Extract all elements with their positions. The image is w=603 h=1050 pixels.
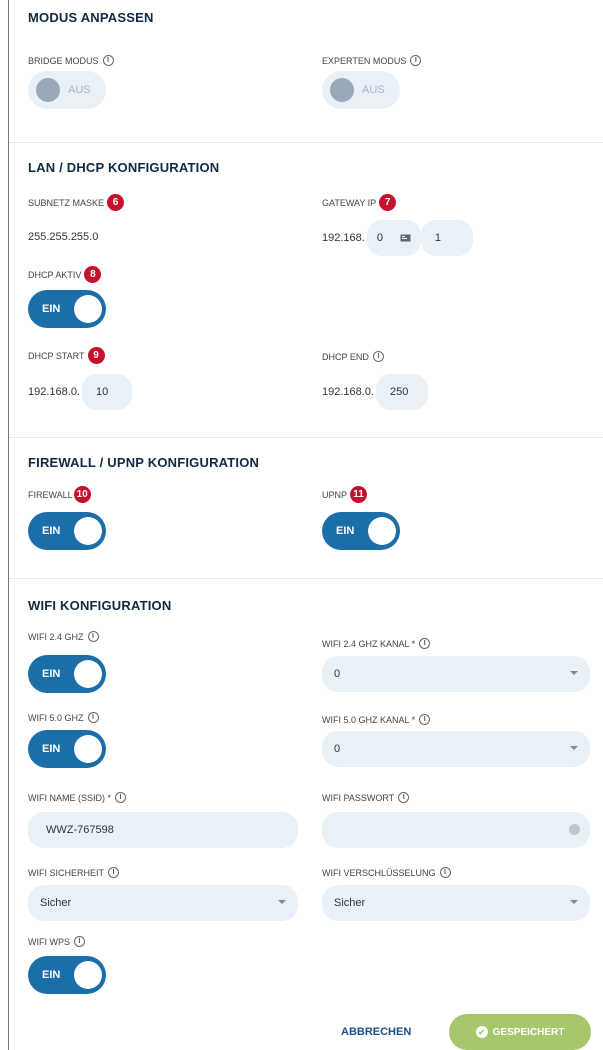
divider [9,437,603,438]
info-icon[interactable]: i [87,712,99,723]
dhcp-end-label: DHCP END i [322,351,384,362]
info-icon[interactable]: i [419,638,431,649]
toggle-knob [330,78,354,102]
dhcp-active-label: DHCP AKTIV 8 [28,266,102,283]
wifi24-label: WIFI 2.4 GHZ i [28,631,99,642]
divider [9,142,603,143]
info-icon[interactable]: i [372,351,384,362]
wifi50-channel-label: WIFI 5.0 GHZ KANAL * i [322,714,431,725]
password-label: WIFI PASSWORT i [322,792,410,803]
ssid-input[interactable]: WWZ-767598 [28,812,298,848]
toggle-knob [74,660,102,688]
gateway-ip-field: 192.168. 0 1 [322,220,473,256]
toggle-knob [368,517,396,545]
dhcp-start-label: DHCP START 9 [28,347,105,364]
dhcp-active-toggle[interactable]: EIN [28,290,106,328]
card-icon [400,234,411,242]
section-title-firewall: FIREWALL / UPNP KONFIGURATION [28,455,260,470]
wifi50-channel-select[interactable]: 0 [322,731,590,767]
toggle-knob [74,517,102,545]
security-select[interactable]: Sicher [28,885,298,921]
eye-icon[interactable] [569,824,580,835]
wps-label: WIFI WPS i [28,936,85,947]
info-icon[interactable]: i [108,867,119,878]
upnp-toggle[interactable]: EIN [322,512,400,550]
upnp-label: UPNP 11 [322,486,368,503]
toggle-knob [74,735,102,763]
info-icon[interactable]: i [419,714,431,725]
step-badge: 11 [350,486,368,503]
section-title-wifi: WIFI KONFIGURATION [28,598,172,613]
check-icon: ✔ [475,1026,488,1038]
dhcp-start-field: 192.168.0. 10 [28,374,132,410]
step-badge: 10 [73,486,91,503]
info-icon[interactable]: i [102,55,114,66]
wifi24-channel-label: WIFI 2.4 GHZ KANAL * i [322,638,431,649]
info-icon[interactable]: i [74,936,85,947]
gateway-octet4-input[interactable]: 1 [420,220,473,256]
wifi50-toggle[interactable]: EIN [28,730,106,768]
dhcp-end-field: 192.168.0. 250 [322,374,428,410]
firewall-toggle[interactable]: EIN [28,512,106,550]
wifi24-toggle[interactable]: EIN [28,655,106,693]
encryption-select[interactable]: Sicher [322,885,590,921]
step-badge: 6 [107,194,125,211]
info-icon[interactable]: i [410,55,422,66]
step-badge: 8 [84,266,102,283]
chevron-down-icon [570,746,578,750]
step-badge: 7 [379,194,397,211]
wifi24-channel-select[interactable]: 0 [322,656,590,692]
toggle-knob [74,295,102,323]
cancel-button[interactable]: ABBRECHEN [341,1026,411,1038]
gateway-octet3-input[interactable]: 0 [366,220,421,256]
divider [9,578,603,579]
subnet-mask-label: SUBNETZ MASKE 6 [28,194,125,211]
info-icon[interactable]: i [87,631,99,642]
toggle-knob [74,961,102,989]
ssid-label: WIFI NAME (SSID) * i [28,792,126,803]
info-icon[interactable]: i [398,792,410,803]
subnet-mask-value: 255.255.255.0 [28,231,99,243]
bridge-mode-toggle[interactable]: AUS [28,71,106,109]
gateway-ip-label: GATEWAY IP 7 [322,194,397,211]
settings-panel: MODUS ANPASSEN BRIDGE MODUS i AUS EXPERT… [8,0,603,1050]
dhcp-start-input[interactable]: 10 [82,374,132,410]
step-badge: 9 [87,347,105,364]
section-title-modus: MODUS ANPASSEN [28,10,154,25]
encryption-label: WIFI VERSCHLÜSSELUNG i [322,867,451,878]
wifi50-label: WIFI 5.0 GHZ i [28,712,99,723]
wps-toggle[interactable]: EIN [28,956,106,994]
toggle-knob [36,78,60,102]
info-icon[interactable]: i [115,792,126,803]
experten-mode-toggle[interactable]: AUS [322,71,400,109]
info-icon[interactable]: i [439,867,451,878]
experten-mode-label: EXPERTEN MODUS i [322,55,422,66]
bridge-mode-label: BRIDGE MODUS i [28,55,114,66]
firewall-label: FIREWALL 10 [28,486,91,503]
password-input[interactable] [322,812,590,848]
section-title-lan: LAN / DHCP KONFIGURATION [28,160,220,175]
dhcp-end-input[interactable]: 250 [376,374,428,410]
chevron-down-icon [570,900,578,904]
chevron-down-icon [278,900,286,904]
chevron-down-icon [570,671,578,675]
security-label: WIFI SICHERHEIT i [28,867,119,878]
save-button[interactable]: ✔ GESPEICHERT [449,1014,591,1050]
